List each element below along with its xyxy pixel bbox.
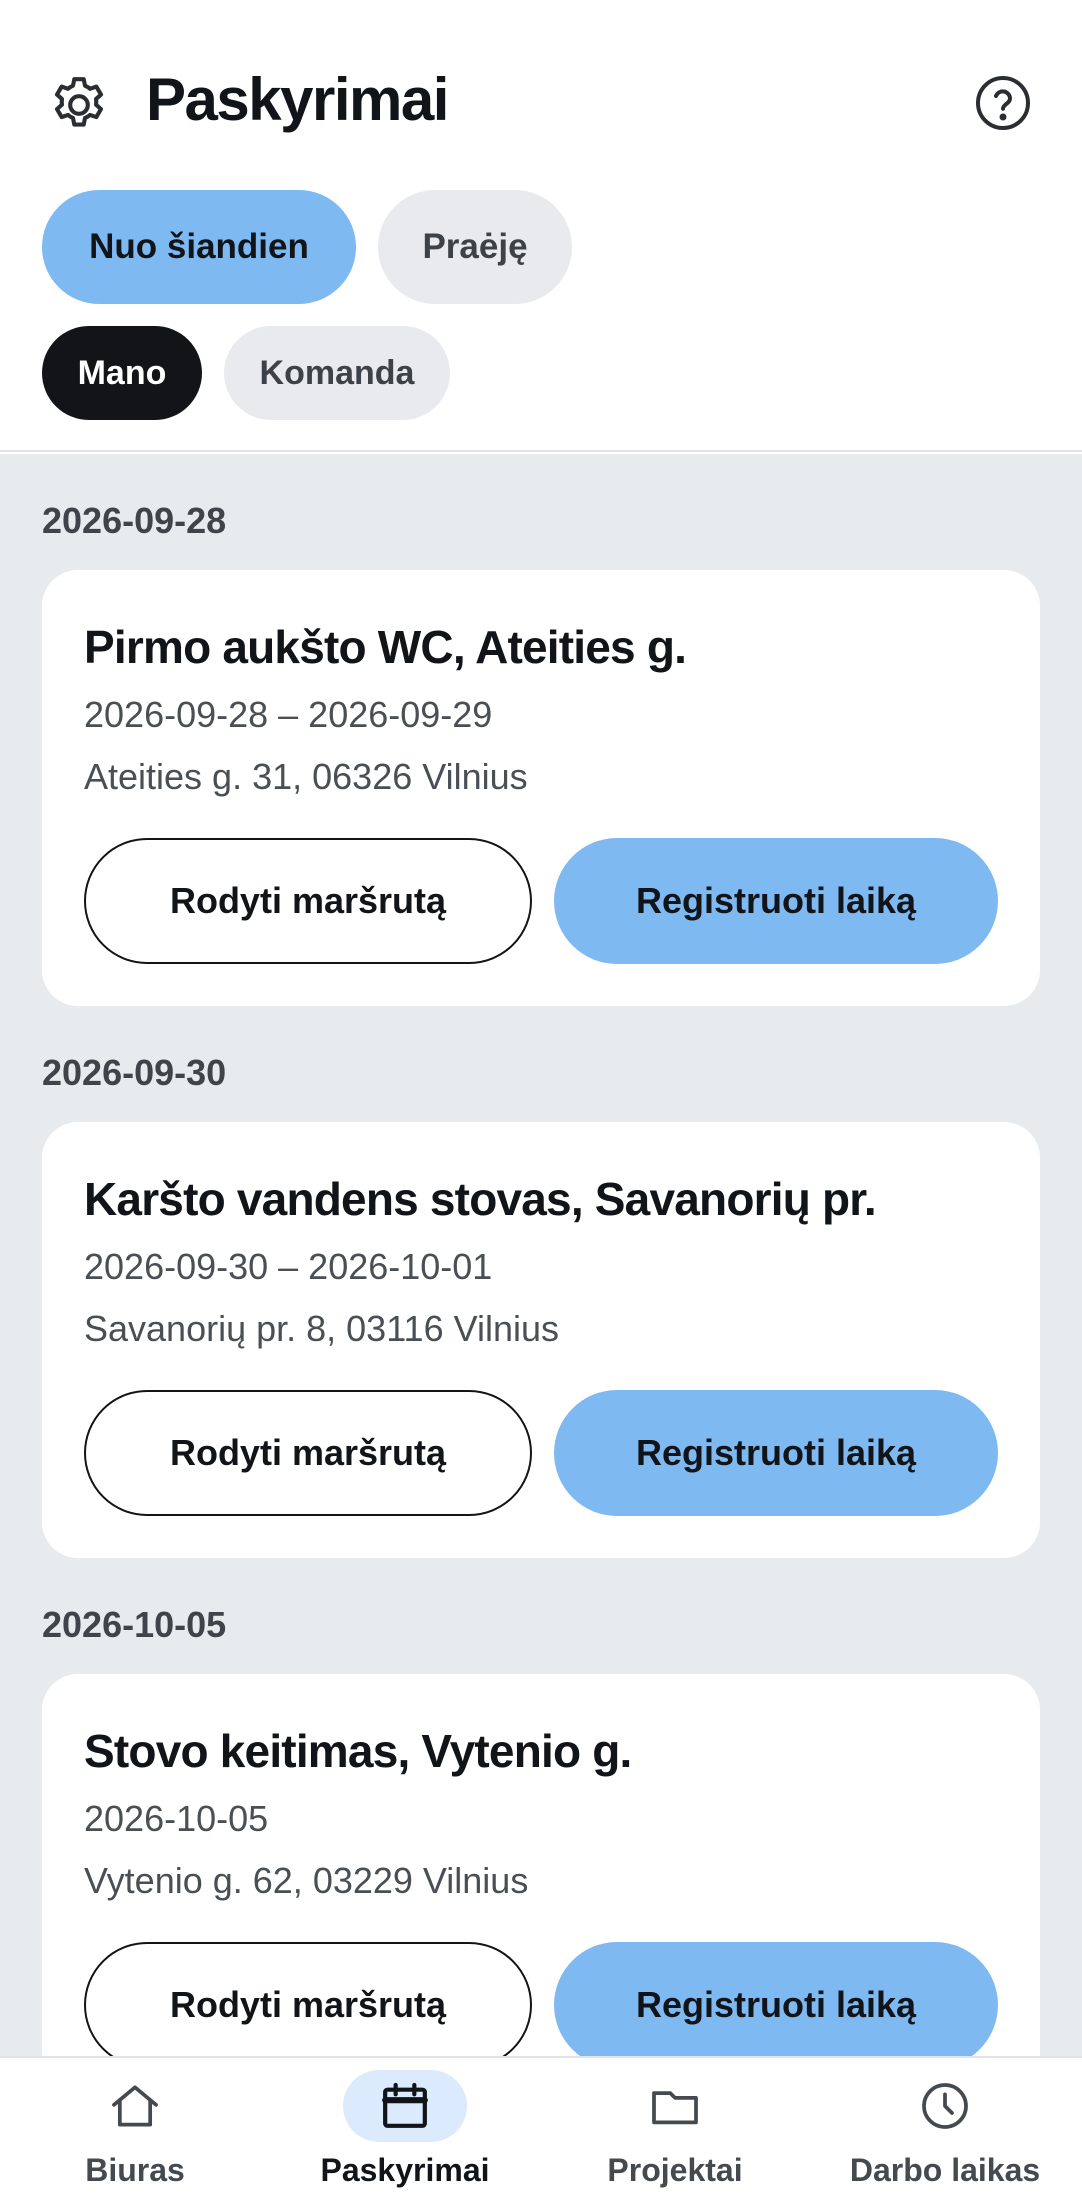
nav-label: Paskyrimai	[320, 2152, 490, 2188]
appointment-card: Pirmo aukšto WC, Ateities g. 2026-09-28 …	[42, 570, 1040, 1006]
appointment-title: Stovo keitimas, Vytenio g.	[84, 1725, 632, 1777]
folder-icon	[652, 2091, 698, 2125]
appointment-dates: 2026-09-30 – 2026-10-01	[84, 1246, 493, 1287]
help-button[interactable]	[970, 70, 1036, 136]
show-route-button[interactable]: Rodyti maršrutą	[84, 1390, 532, 1516]
appointment-dates: 2026-10-05	[84, 1798, 269, 1839]
date-group-header: 2026-09-28	[42, 500, 227, 541]
home-icon	[112, 2085, 158, 2127]
appointment-address: Vytenio g. 62, 03229 Vilnius	[84, 1860, 529, 1901]
bottom-navigation: Biuras Paskyrimai Projektai Darbo laikas	[0, 2056, 1082, 2202]
nav-item-work-time[interactable]: Darbo laikas	[810, 2058, 1080, 2202]
nav-label: Darbo laikas	[849, 2152, 1041, 2188]
filter-chip-mine[interactable]: Mano	[42, 326, 202, 420]
register-time-button[interactable]: Registruoti laiką	[554, 1942, 998, 2056]
filter-chip-from-today[interactable]: Nuo šiandien	[42, 190, 356, 304]
date-group-header: 2026-09-30	[42, 1052, 227, 1093]
appointment-title: Pirmo aukšto WC, Ateities g.	[84, 621, 687, 673]
nav-label: Projektai	[607, 2152, 743, 2188]
gear-icon	[54, 77, 104, 127]
register-time-button[interactable]: Registruoti laiką	[554, 838, 998, 964]
date-group-header: 2026-10-05	[42, 1604, 227, 1645]
filter-chip-past[interactable]: Praėję	[378, 190, 572, 304]
nav-item-projects[interactable]: Projektai	[540, 2058, 810, 2202]
question-circle-icon	[976, 76, 1030, 130]
appointment-dates: 2026-09-28 – 2026-09-29	[84, 694, 493, 735]
appointment-address: Ateities g. 31, 06326 Vilnius	[84, 756, 528, 797]
nav-label: Biuras	[85, 2152, 185, 2188]
nav-item-appointments[interactable]: Paskyrimai	[270, 2058, 540, 2202]
settings-button[interactable]	[44, 70, 114, 140]
appointment-title: Karšto vandens stovas, Savanorių pr.	[84, 1173, 877, 1225]
register-time-button[interactable]: Registruoti laiką	[554, 1390, 998, 1516]
filter-chip-team[interactable]: Komanda	[224, 326, 450, 420]
calendar-icon	[382, 2082, 428, 2128]
appointment-card: Karšto vandens stovas, Savanorių pr. 202…	[42, 1122, 1040, 1558]
appointment-card: Stovo keitimas, Vytenio g. 2026-10-05 Vy…	[42, 1674, 1040, 2056]
show-route-button[interactable]: Rodyti maršrutą	[84, 838, 532, 964]
appointment-address: Savanorių pr. 8, 03116 Vilnius	[84, 1308, 559, 1349]
page-title: Paskyrimai	[146, 66, 449, 133]
clock-icon	[922, 2083, 968, 2129]
show-route-button[interactable]: Rodyti maršrutą	[84, 1942, 532, 2056]
appointments-list[interactable]: 2026-09-28 Pirmo aukšto WC, Ateities g. …	[0, 454, 1082, 2056]
app-header: Paskyrimai Nuo šiandien Praėję Mano Koma…	[0, 0, 1082, 452]
nav-item-office[interactable]: Biuras	[0, 2058, 270, 2202]
